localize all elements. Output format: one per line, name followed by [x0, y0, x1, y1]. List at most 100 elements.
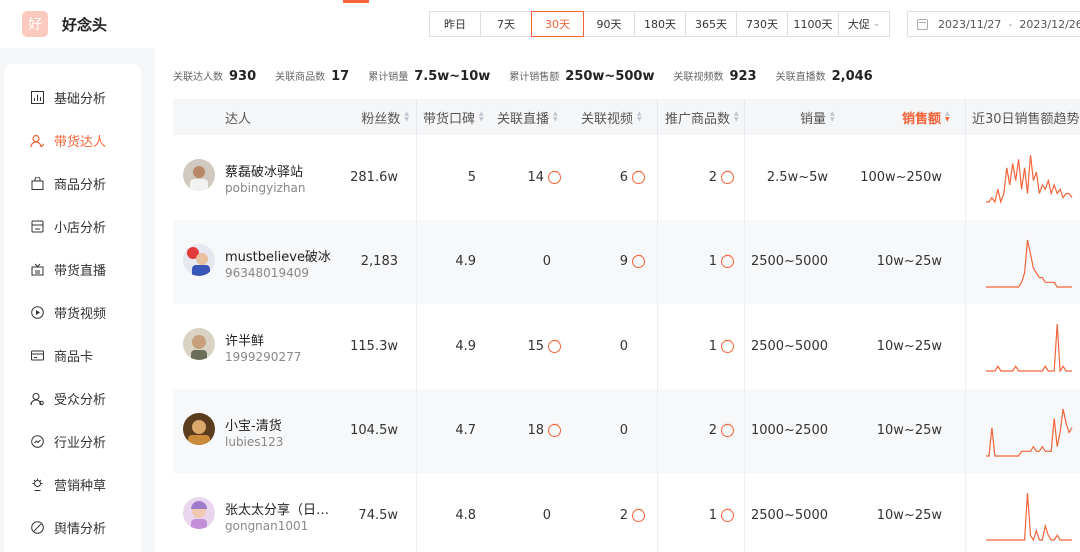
- sidebar-item-product-card[interactable]: 商品卡: [30, 346, 93, 365]
- influencer-info: 蔡磊破冰驿站 pobingyizhan: [225, 161, 340, 195]
- col-header-label: 销售额: [902, 111, 942, 127]
- table-row[interactable]: 蔡磊破冰驿站 pobingyizhan 281.6w 5 14 6 2 2.5w…: [173, 135, 1080, 220]
- more-icon[interactable]: [721, 336, 734, 353]
- table-row[interactable]: 小宝-清货 lubies123 104.5w 4.7 18 0 2 1000~2…: [173, 388, 1080, 473]
- range-tab-180d[interactable]: 180天: [634, 11, 686, 37]
- sidebar-item-basic-analysis[interactable]: 基础分析: [30, 88, 106, 107]
- range-tab-1100d[interactable]: 1100天: [787, 11, 839, 37]
- sidebar-item-sentiment-analysis[interactable]: 舆情分析: [30, 518, 106, 537]
- column-divider: [416, 99, 417, 135]
- sidebar-item-influencers[interactable]: 带货达人: [30, 131, 106, 150]
- col-header-videos[interactable]: 关联视频 ▲ ▼: [581, 99, 642, 135]
- videos-value: 6: [619, 169, 628, 185]
- col-header-lives[interactable]: 关联直播 ▲ ▼: [497, 99, 558, 135]
- brand[interactable]: 好 好念头: [22, 11, 107, 37]
- influencer-name[interactable]: 许半鲜: [225, 330, 340, 349]
- rating: 4.9: [455, 254, 476, 270]
- range-tab-365d[interactable]: 365天: [685, 11, 737, 37]
- more-icon[interactable]: [721, 420, 734, 438]
- sidebar: 基础分析 带货达人 商品分析 小店分析 带货直播 带货视频 商品卡 受众分析 行…: [4, 64, 141, 552]
- table-row[interactable]: mustbelieve破冰 96348019409 2,183 4.9 0 9 …: [173, 219, 1080, 304]
- sidebar-item-marketing[interactable]: 营销种草: [30, 475, 106, 494]
- sidebar-item-label: 带货视频: [54, 307, 107, 322]
- sidebar-item-label: 小店分析: [54, 221, 107, 236]
- calendar-icon: [917, 18, 928, 30]
- table-row[interactable]: 张太太分享（日… gongnan1001 74.5w 4.8 0 2 1 250…: [173, 473, 1080, 552]
- influencer-name[interactable]: 蔡磊破冰驿站: [225, 161, 340, 180]
- sidebar-item-store-analysis[interactable]: 小店分析: [30, 217, 106, 236]
- column-divider: [416, 304, 417, 389]
- sidebar-item-label: 基础分析: [54, 92, 107, 107]
- range-tab-730d[interactable]: 730天: [736, 11, 788, 37]
- sentiment-icon: [30, 521, 44, 535]
- sidebar-item-audience-analysis[interactable]: 受众分析: [30, 389, 106, 408]
- more-icon[interactable]: [721, 505, 734, 522]
- avatar[interactable]: [183, 497, 215, 529]
- videos-count: 0: [619, 423, 628, 439]
- more-icon[interactable]: [632, 505, 645, 522]
- products-count: 1: [683, 473, 734, 552]
- table-row[interactable]: 许半鲜 1999290277 115.3w 4.9 15 0 1 2500~50…: [173, 304, 1080, 389]
- fans-count: 281.6w: [350, 169, 398, 185]
- influencer-info: mustbelieve破冰 96348019409: [225, 246, 340, 280]
- sidebar-item-label: 带货直播: [54, 264, 107, 279]
- influencer-name[interactable]: 小宝-清货: [225, 415, 340, 434]
- sidebar-item-video-commerce[interactable]: 带货视频: [30, 303, 106, 322]
- stat-total-sales: 累计销量 7.5w~10w: [368, 68, 490, 84]
- sales-range: 2500~5000: [750, 507, 828, 523]
- column-divider: [416, 219, 417, 304]
- col-header-fans[interactable]: 粉丝数 ▲ ▼: [339, 99, 409, 135]
- sort-icon: ▲ ▼: [404, 110, 409, 123]
- stat-label: 关联商品数: [275, 72, 326, 83]
- trend-icon: [30, 435, 44, 449]
- audience-icon: [30, 392, 44, 406]
- more-icon[interactable]: [632, 251, 645, 269]
- sidebar-item-label: 商品分析: [54, 178, 107, 193]
- more-icon[interactable]: [632, 167, 645, 184]
- range-tab-30d[interactable]: 30天: [531, 11, 584, 37]
- more-icon[interactable]: [548, 336, 561, 353]
- col-header-influencer: 达人: [225, 111, 252, 127]
- range-tab-7d[interactable]: 7天: [480, 11, 532, 37]
- range-tab-yesterday[interactable]: 昨日: [429, 11, 481, 37]
- sparkline-path: [986, 408, 1073, 457]
- avatar[interactable]: [183, 159, 215, 191]
- column-divider: [965, 219, 966, 304]
- sidebar-item-product-analysis[interactable]: 商品分析: [30, 174, 106, 193]
- stat-value: 930: [229, 69, 257, 84]
- col-header-label: 粉丝数: [361, 111, 401, 127]
- column-divider: [965, 388, 966, 473]
- videos-count: 2: [595, 473, 645, 552]
- col-header-revenue[interactable]: 销售额 ▲ ▼: [902, 99, 950, 135]
- card-icon: [30, 349, 44, 363]
- col-header-rating[interactable]: 带货口碑 ▲ ▼: [423, 99, 484, 135]
- range-tab-promo-label: 大促: [847, 18, 870, 31]
- range-tab-promo[interactable]: 大促 ⌄: [838, 11, 890, 37]
- col-header-label: 关联直播: [497, 111, 550, 127]
- col-header-products[interactable]: 推广商品数 ▲ ▼: [665, 99, 739, 135]
- column-divider: [657, 304, 658, 389]
- col-header-trend: 近30日销售额趋势: [972, 111, 1080, 127]
- sales-trend-sparkline: [986, 154, 1073, 205]
- avatar[interactable]: [183, 412, 215, 445]
- stat-linked-lives: 关联直播数 2,046: [776, 68, 873, 84]
- more-icon[interactable]: [721, 167, 734, 184]
- avatar[interactable]: [183, 328, 215, 360]
- stat-label: 关联达人数: [173, 72, 223, 83]
- range-tab-90d[interactable]: 90天: [583, 11, 635, 37]
- more-icon[interactable]: [721, 251, 734, 269]
- bar-chart-icon: [30, 91, 44, 105]
- date-range-picker[interactable]: 2023/11/27 - 2023/12/26: [907, 11, 1080, 37]
- store-icon: [30, 220, 44, 234]
- influencer-name[interactable]: 张太太分享（日…: [225, 499, 340, 518]
- sidebar-item-live-commerce[interactable]: 带货直播: [30, 260, 106, 279]
- more-icon[interactable]: [548, 420, 561, 438]
- sidebar-item-label: 营销种草: [54, 479, 107, 494]
- influencer-name[interactable]: mustbelieve破冰: [225, 246, 340, 265]
- more-icon[interactable]: [548, 167, 561, 184]
- col-header-sales[interactable]: 销量 ▲ ▼: [800, 99, 835, 135]
- avatar[interactable]: [183, 243, 215, 276]
- lives-count: 15: [513, 304, 561, 389]
- lives-count: 0: [542, 254, 551, 270]
- sidebar-item-industry-analysis[interactable]: 行业分析: [30, 432, 106, 451]
